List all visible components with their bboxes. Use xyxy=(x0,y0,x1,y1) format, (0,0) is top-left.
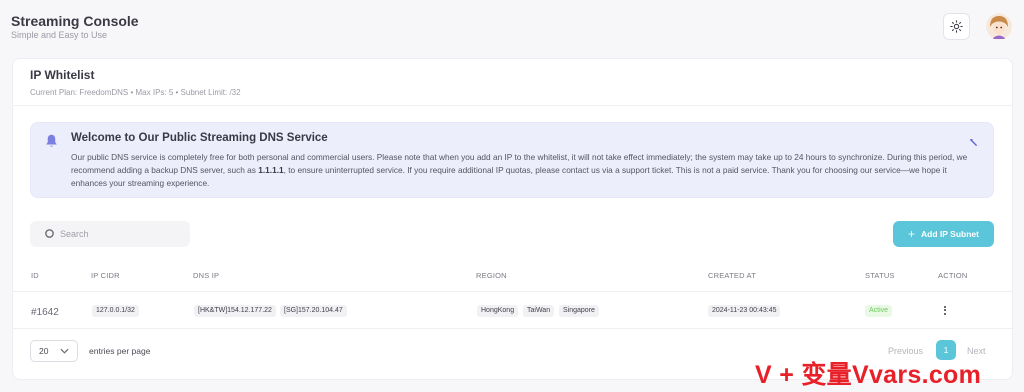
app-subtitle: Simple and Easy to Use xyxy=(11,30,108,40)
collapse-icon[interactable] xyxy=(968,137,979,148)
theme-toggle-button[interactable] xyxy=(943,13,970,40)
divider xyxy=(12,105,1013,106)
page-title: IP Whitelist xyxy=(30,68,95,82)
status-badge: Active xyxy=(865,305,893,317)
search-icon xyxy=(45,229,54,238)
app-title: Streaming Console xyxy=(11,13,139,29)
ip-cidr-chip: 127.0.0.1/32 xyxy=(92,305,139,317)
plan-info: Current Plan: FreedomDNS • Max IPs: 5 • … xyxy=(30,88,241,97)
user-avatar[interactable] xyxy=(986,13,1012,40)
plus-icon: + xyxy=(908,227,916,241)
whitelist-card xyxy=(12,58,1013,380)
add-ip-subnet-label: Add IP Subnet xyxy=(921,229,979,239)
column-header-dns-ip: DNS IP xyxy=(193,271,220,280)
add-ip-subnet-button[interactable]: + Add IP Subnet xyxy=(893,221,994,247)
alert-body: Our public DNS service is completely fre… xyxy=(71,151,971,189)
backup-dns-address: 1.1.1.1 xyxy=(258,164,284,175)
search-input[interactable] xyxy=(60,226,180,242)
bell-icon xyxy=(46,134,57,147)
column-header-status: STATUS xyxy=(865,271,895,280)
region-chip: HongKong xyxy=(477,305,519,317)
column-header-region: REGION xyxy=(476,271,507,280)
watermark-text: V + 变量Vvars.com xyxy=(755,361,982,389)
column-header-ip-cidr: IP CIDR xyxy=(91,271,120,280)
sun-icon xyxy=(950,20,963,33)
region-chip: TaiWan xyxy=(523,305,555,317)
per-page-select[interactable]: 20 xyxy=(30,340,78,362)
more-actions-icon[interactable] xyxy=(941,304,949,318)
row-id: #1642 xyxy=(31,307,59,318)
header-divider xyxy=(12,291,1013,292)
alert-title: Welcome to Our Public Streaming DNS Serv… xyxy=(71,132,328,144)
column-header-created-at: CREATED AT xyxy=(708,271,756,280)
column-header-id: ID xyxy=(31,271,39,280)
per-page-value: 20 xyxy=(39,346,49,356)
created-at-chip: 2024-11-23 00:43:45 xyxy=(708,305,781,317)
per-page-label: entries per page xyxy=(89,346,151,356)
column-header-action: ACTION xyxy=(938,271,968,280)
chevron-down-icon xyxy=(60,348,69,354)
dns-ip-chip: [SG]157.20.104.47 xyxy=(280,305,347,317)
row-divider xyxy=(12,328,1013,329)
dns-ip-chip: [HK&TW]154.12.177.22 xyxy=(194,305,276,317)
top-bar: Streaming Console Simple and Easy to Use xyxy=(0,0,1024,56)
region-chip: Singapore xyxy=(559,305,599,317)
